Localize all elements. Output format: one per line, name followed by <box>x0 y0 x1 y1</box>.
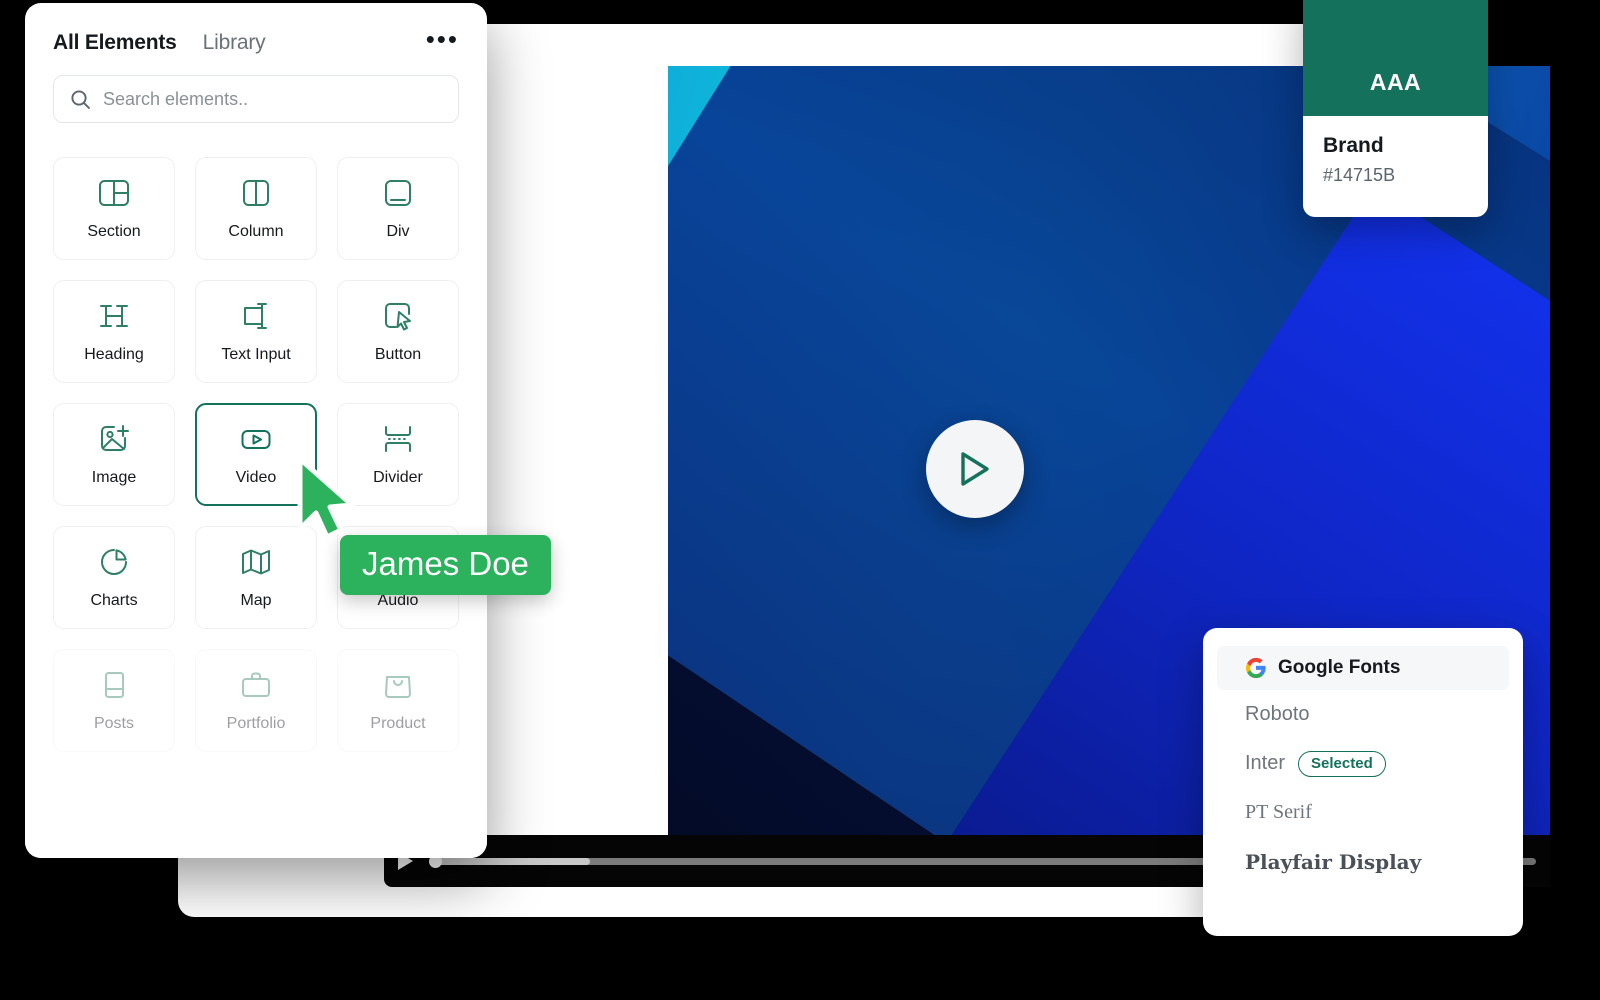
column-icon <box>243 180 269 206</box>
element-label: Image <box>91 469 137 486</box>
element-label: Product <box>370 715 426 732</box>
font-name: Roboto <box>1245 703 1310 725</box>
brand-color-hex: #14715B <box>1323 165 1396 185</box>
heading-icon <box>100 305 128 327</box>
elements-panel: All Elements Library ••• Search elements… <box>25 3 487 858</box>
play-triangle-icon <box>961 452 989 486</box>
screenshot-root: All Elements Library ••• Search elements… <box>0 0 1600 1000</box>
element-card-button[interactable]: Button <box>337 280 459 383</box>
font-option-inter[interactable]: Inter Selected <box>1203 739 1523 788</box>
element-label: Video <box>235 469 277 486</box>
element-card-section[interactable]: Section <box>53 157 175 260</box>
portfolio-icon <box>242 672 270 697</box>
tab-all-elements[interactable]: All Elements <box>53 31 177 55</box>
element-label: Divider <box>373 469 423 486</box>
element-card-text-input[interactable]: Text Input <box>195 280 317 383</box>
button-icon <box>385 303 411 331</box>
font-option-playfair-display[interactable]: Playfair Display <box>1203 837 1523 886</box>
element-card-ghost <box>53 772 175 858</box>
font-name: Inter <box>1245 752 1286 774</box>
element-card-ghost <box>337 772 459 858</box>
element-card-div[interactable]: Div <box>337 157 459 260</box>
element-card-ghost <box>195 772 317 858</box>
font-option-roboto[interactable]: Roboto <box>1203 690 1523 739</box>
element-card-column[interactable]: Column <box>195 157 317 260</box>
element-label: Column <box>228 223 284 240</box>
element-card-charts[interactable]: Charts <box>53 526 175 629</box>
element-card-product[interactable]: Product <box>337 649 459 752</box>
search-icon <box>71 89 90 109</box>
google-fonts-header: Google Fonts <box>1217 646 1509 690</box>
element-label: Text Input <box>221 346 291 363</box>
element-label: Portfolio <box>226 715 286 732</box>
pointer-cursor-icon <box>297 456 355 540</box>
element-label: Posts <box>93 715 134 732</box>
video-progress-fill <box>429 857 590 865</box>
element-card-image[interactable]: Image <box>53 403 175 506</box>
brand-card-body: Brand #14715B <box>1303 116 1488 186</box>
element-label: Section <box>87 223 141 240</box>
product-icon <box>385 676 411 698</box>
brand-color-card[interactable]: AAA Brand #14715B <box>1303 0 1488 217</box>
section-icon <box>99 180 129 206</box>
div-icon <box>385 180 411 206</box>
element-label: Button <box>374 346 422 363</box>
divider-icon <box>385 426 411 452</box>
element-card-portfolio[interactable]: Portfolio <box>195 649 317 752</box>
element-label: Div <box>386 223 410 240</box>
text-input-icon <box>244 303 267 329</box>
charts-icon <box>101 549 127 575</box>
elements-grid: Section Column Div Heading Text Input Bu… <box>53 157 459 858</box>
element-card-posts[interactable]: Posts <box>53 649 175 752</box>
font-name: Playfair Display <box>1245 849 1422 874</box>
video-icon <box>241 430 271 449</box>
collaborator-name-tag: James Doe <box>340 535 551 595</box>
search-input[interactable]: Search elements.. <box>53 75 459 123</box>
google-fonts-title: Google Fonts <box>1278 657 1401 678</box>
video-play-button[interactable] <box>926 420 1024 518</box>
element-card-heading[interactable]: Heading <box>53 280 175 383</box>
google-g-icon <box>1245 657 1266 679</box>
tab-library[interactable]: Library <box>203 31 266 55</box>
search-placeholder: Search elements.. <box>103 88 249 109</box>
contrast-rating-badge: AAA <box>1369 69 1422 95</box>
element-label: Map <box>240 592 272 609</box>
font-option-pt-serif[interactable]: PT Serif <box>1203 788 1523 837</box>
image-icon <box>101 425 129 451</box>
panel-header: All Elements Library ••• <box>25 3 487 55</box>
brand-color-swatch: AAA <box>1303 0 1488 116</box>
ellipsis-icon[interactable]: ••• <box>426 26 459 52</box>
font-name: PT Serif <box>1245 801 1312 823</box>
brand-color-name: Brand <box>1323 134 1384 157</box>
element-label: Heading <box>84 346 144 363</box>
google-fonts-card: Google Fonts Roboto Inter Selected PT Se… <box>1203 628 1523 936</box>
element-label: Charts <box>90 592 138 609</box>
map-icon <box>242 549 270 575</box>
posts-icon <box>105 672 124 698</box>
selected-badge: Selected <box>1298 750 1386 777</box>
